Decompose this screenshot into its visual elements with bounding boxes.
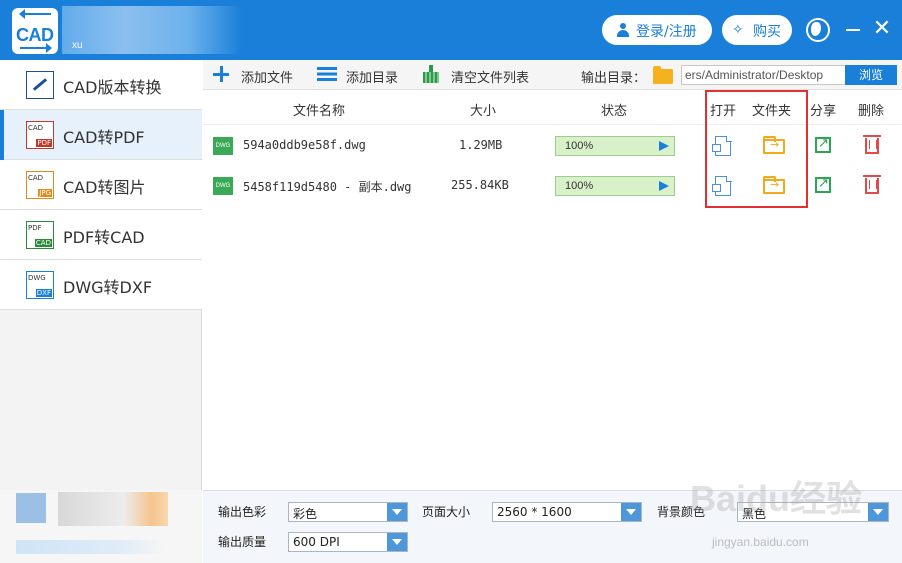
globe-icon[interactable]: [806, 18, 830, 42]
blurred-footer-text: [16, 540, 166, 554]
blurred-avatar: [16, 493, 46, 523]
progress-bar: 100%: [555, 136, 675, 156]
sidebar-item-cad-to-image[interactable]: CAD JPG CAD转图片: [0, 160, 202, 210]
color-label: 输出色彩: [218, 505, 267, 519]
sidebar-item-pdf-to-cad[interactable]: PDF CAD PDF转CAD: [0, 210, 202, 260]
icon-caption: PDF: [28, 224, 42, 232]
logo-arrow-right: [20, 43, 52, 53]
quality-label: 输出质量: [218, 535, 267, 549]
sidebar-item-label: CAD转PDF: [63, 128, 145, 147]
icon-caption: DWG: [28, 274, 46, 282]
toolbar: 添加文件 添加目录 清空文件列表 输出目录： ers/Administrator…: [203, 60, 902, 90]
page-size-label: 页面大小: [422, 505, 471, 519]
column-header-status: 状态: [601, 104, 628, 119]
share-icon[interactable]: [815, 176, 831, 193]
page-size-select-value: 2560 * 1600: [497, 505, 572, 519]
icon-caption: CAD: [28, 174, 44, 182]
quality-select[interactable]: 600 DPI: [288, 532, 408, 552]
column-header-delete: 删除: [858, 104, 885, 119]
baidu-watermark: Baidu经验: [690, 478, 863, 519]
output-dir-label: 输出目录：: [581, 71, 647, 86]
buy-label: 购买: [753, 24, 781, 40]
login-label: 登录/注册: [636, 24, 697, 40]
trash-icon[interactable]: [863, 135, 881, 154]
cad-version-icon: [26, 71, 54, 99]
blurred-ad: [58, 492, 168, 526]
sidebar-item-label: CAD版本转换: [63, 78, 162, 97]
column-header-share: 分享: [810, 104, 837, 119]
trash-icon[interactable]: [863, 175, 881, 194]
play-icon[interactable]: [659, 141, 669, 151]
app-logo: CAD: [12, 8, 58, 54]
list-icon: [317, 67, 337, 81]
logo-arrow-left: [19, 9, 51, 19]
plus-icon: [213, 66, 229, 82]
icon-caption-target: CAD: [34, 239, 52, 247]
login-register-button[interactable]: 登录/注册: [602, 15, 712, 45]
icon-caption-target: JPG: [38, 189, 52, 197]
user-icon: [616, 23, 630, 37]
chevron-down-icon: [387, 503, 407, 521]
app-subtitle: xu: [72, 40, 83, 51]
magic-wand-icon: ✧: [732, 22, 744, 38]
play-icon[interactable]: [659, 181, 669, 191]
chevron-down-icon: [621, 503, 641, 521]
sidebar-item-label: CAD转图片: [63, 178, 146, 197]
page-size-select[interactable]: 2560 * 1600: [492, 502, 642, 522]
progress-bar: 100%: [555, 176, 675, 196]
minimize-icon[interactable]: [846, 29, 860, 31]
clear-list-label: 清空文件列表: [451, 71, 530, 86]
sidebar-item-cad-to-pdf[interactable]: CAD PDF CAD转PDF: [0, 110, 202, 160]
dwg-file-icon: DWG: [213, 177, 233, 195]
share-icon[interactable]: [815, 136, 831, 153]
progress-text: 100%: [565, 140, 594, 152]
cad-to-pdf-icon: CAD PDF: [26, 121, 54, 149]
pdf-to-cad-icon: PDF CAD: [26, 221, 54, 249]
add-directory-button[interactable]: 添加目录: [317, 60, 407, 90]
folder-icon[interactable]: [653, 66, 673, 84]
color-select[interactable]: 彩色: [288, 502, 408, 522]
file-name: 5458f119d5480 - 副本.dwg: [243, 180, 412, 194]
baidu-watermark-url: jingyan.baidu.com: [712, 535, 809, 549]
chevron-down-icon: [387, 533, 407, 551]
sidebar-item-label: DWG转DXF: [63, 278, 153, 297]
quality-select-value: 600 DPI: [293, 535, 340, 549]
file-size: 1.29MB: [459, 138, 503, 152]
add-file-label: 添加文件: [241, 71, 294, 86]
sidebar-item-dwg-to-dxf[interactable]: DWG DXF DWG转DXF: [0, 260, 202, 310]
icon-caption: CAD: [28, 124, 44, 132]
close-icon[interactable]: ✕: [872, 16, 892, 42]
cad-to-image-icon: CAD JPG: [26, 171, 54, 199]
chevron-down-icon: [868, 503, 888, 521]
icon-caption-target: DXF: [35, 289, 52, 297]
color-select-value: 彩色: [293, 507, 318, 521]
file-name: 594a0ddb9e58f.dwg: [243, 138, 366, 152]
column-header-size: 大小: [470, 104, 497, 119]
sidebar-item-cad-version[interactable]: CAD版本转换: [0, 60, 202, 110]
blurred-app-title: [62, 6, 242, 54]
sidebar: CAD版本转换 CAD PDF CAD转PDF CAD JPG CAD转图片 P…: [0, 60, 202, 563]
highlight-box: [705, 90, 808, 208]
title-bar: CAD xu 登录/注册 ✧ 购买 ✕: [0, 0, 902, 60]
file-size: 255.84KB: [451, 178, 509, 192]
output-path-field[interactable]: ers/Administrator/Desktop: [681, 65, 846, 85]
icon-caption-target: PDF: [36, 139, 52, 147]
broom-icon: [423, 65, 439, 83]
add-directory-label: 添加目录: [346, 71, 399, 86]
dwg-file-icon: DWG: [213, 137, 233, 155]
dwg-to-dxf-icon: DWG DXF: [26, 271, 54, 299]
column-header-name: 文件名称: [293, 104, 346, 119]
progress-text: 100%: [565, 180, 594, 192]
browse-button[interactable]: 浏览: [845, 65, 897, 85]
add-file-button[interactable]: 添加文件: [203, 60, 303, 90]
sidebar-item-label: PDF转CAD: [63, 228, 145, 247]
buy-button[interactable]: ✧ 购买: [722, 15, 792, 45]
clear-list-button[interactable]: 清空文件列表: [423, 60, 543, 90]
